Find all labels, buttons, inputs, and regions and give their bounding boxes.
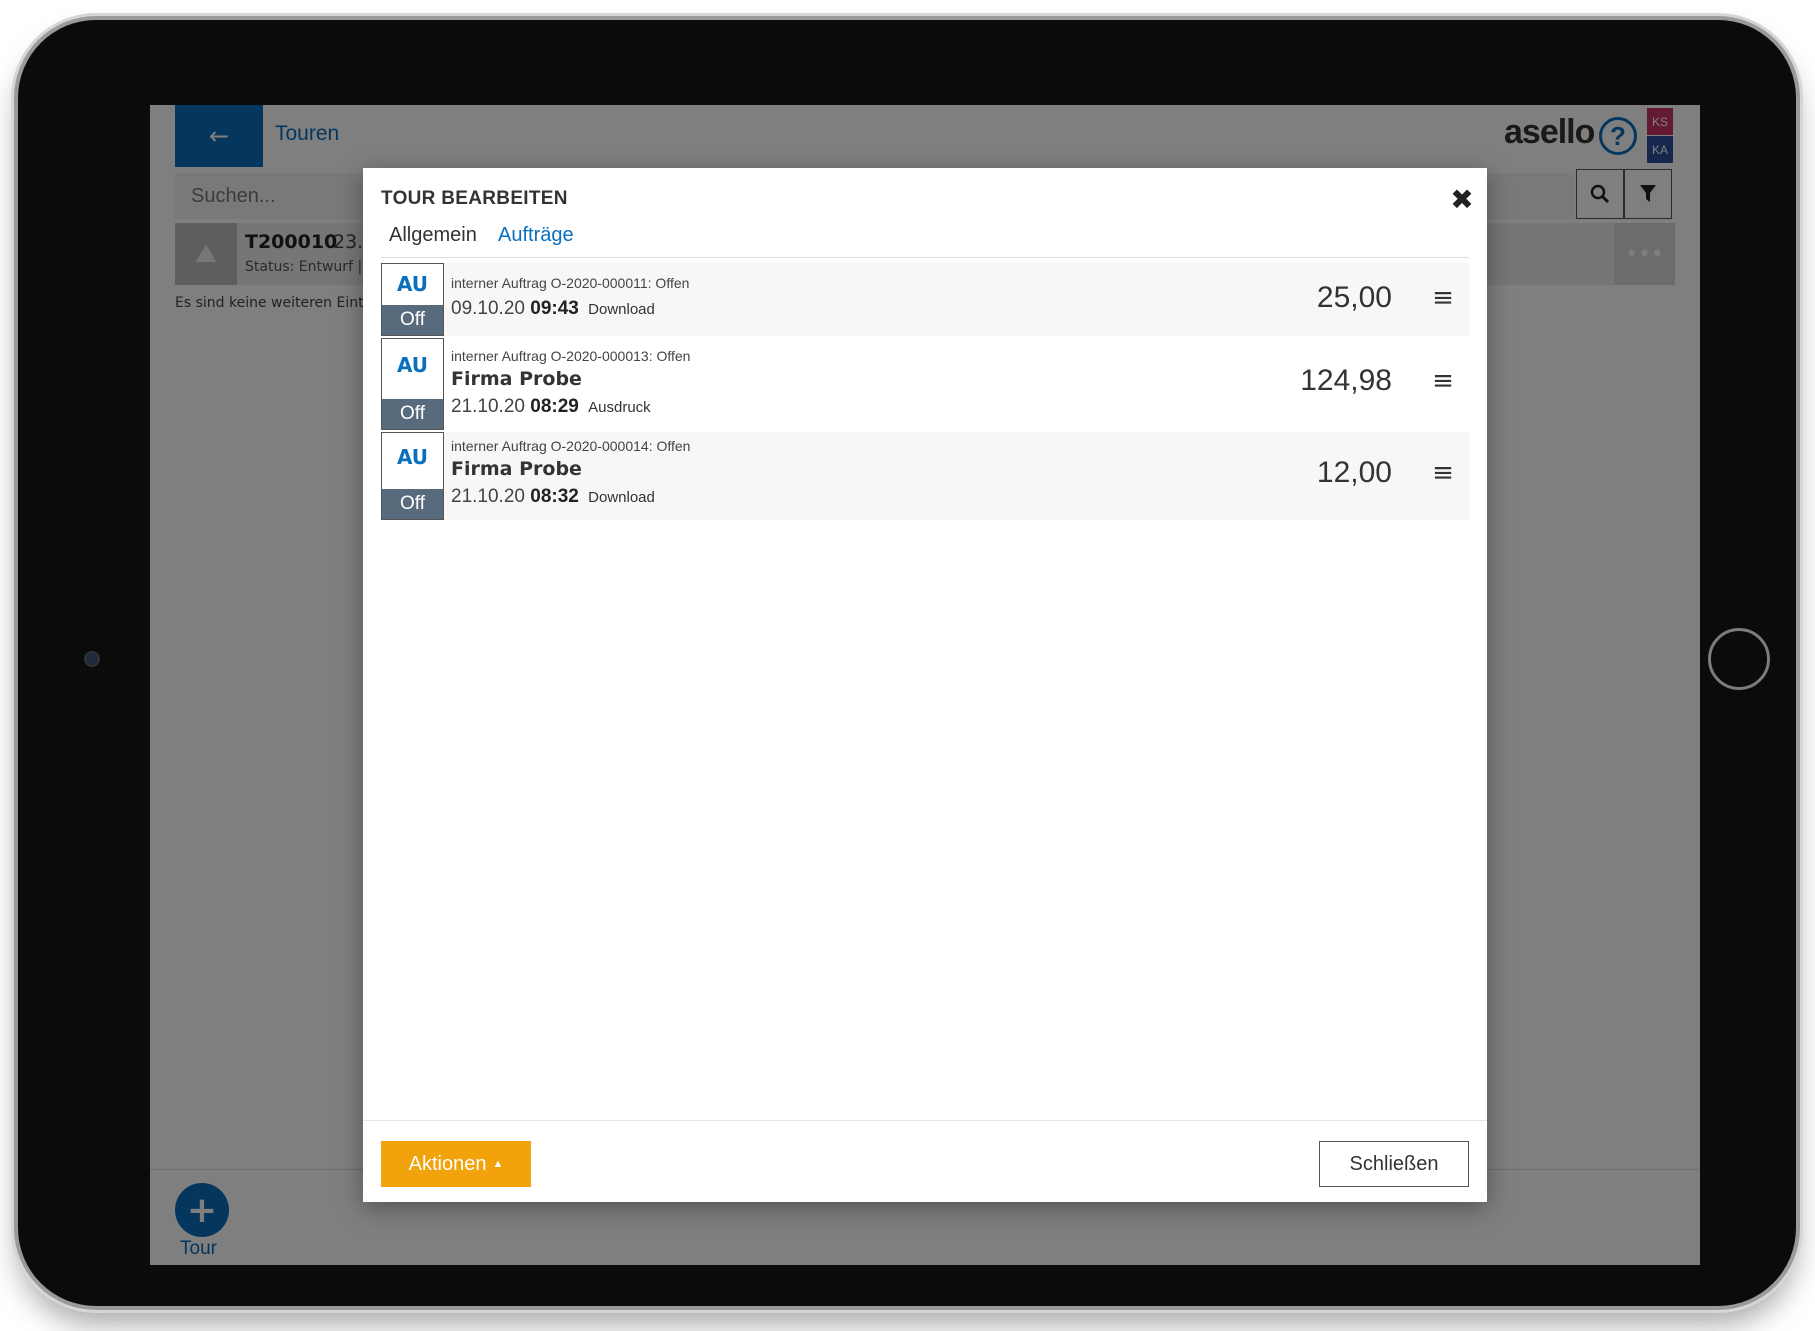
camera-icon bbox=[84, 651, 100, 667]
tab-allgemein[interactable]: Allgemein bbox=[389, 224, 477, 247]
order-amount: 124,98 bbox=[1300, 364, 1392, 397]
hamburger-menu-icon[interactable]: ≡ bbox=[1429, 283, 1457, 313]
order-date: 09.10.20 bbox=[451, 298, 525, 319]
app-screen: ← Touren asello ? KS KA ⛰ T200010 23.1 bbox=[150, 105, 1700, 1265]
order-status-badge: Off bbox=[382, 399, 443, 429]
order-row[interactable]: AU Off interner Auftrag O-2020-000013: O… bbox=[381, 338, 1469, 432]
order-status-badge: Off bbox=[382, 305, 443, 335]
order-badge: AU Off bbox=[381, 338, 444, 430]
order-delivery-type: Download bbox=[588, 301, 655, 318]
order-label: interner Auftrag O-2020-000013: Offen bbox=[451, 348, 691, 364]
order-customer: Firma Probe bbox=[451, 368, 582, 390]
close-button[interactable]: Schließen bbox=[1319, 1141, 1469, 1187]
order-datetime: 09.10.20 09:43 Download bbox=[451, 298, 655, 320]
order-delivery-type: Ausdruck bbox=[588, 399, 651, 416]
order-type-badge: AU bbox=[396, 272, 429, 296]
order-time: 08:32 bbox=[530, 486, 579, 507]
modal-tabs: Allgemein Aufträge bbox=[381, 224, 1469, 258]
order-delivery-type: Download bbox=[588, 489, 655, 506]
actions-dropdown-button[interactable]: Aktionen ▲ bbox=[381, 1141, 531, 1187]
order-time: 09:43 bbox=[530, 298, 579, 319]
actions-label: Aktionen bbox=[408, 1152, 487, 1175]
order-date: 21.10.20 bbox=[451, 396, 525, 417]
order-badge: AU Off bbox=[381, 432, 444, 520]
hamburger-menu-icon[interactable]: ≡ bbox=[1429, 458, 1457, 488]
order-type-badge: AU bbox=[396, 445, 429, 469]
close-icon[interactable]: ✖ bbox=[1447, 182, 1477, 216]
order-date: 21.10.20 bbox=[451, 486, 525, 507]
order-type-badge: AU bbox=[396, 353, 429, 377]
order-status-badge: Off bbox=[382, 489, 443, 519]
order-amount: 25,00 bbox=[1316, 281, 1392, 314]
order-badge: AU Off bbox=[381, 263, 444, 336]
order-row[interactable]: AU Off interner Auftrag O-2020-000014: O… bbox=[381, 432, 1469, 522]
orders-list: AU Off interner Auftrag O-2020-000011: O… bbox=[381, 263, 1469, 522]
tab-auftraege[interactable]: Aufträge bbox=[498, 224, 574, 247]
order-time: 08:29 bbox=[530, 396, 579, 417]
order-amount: 12,00 bbox=[1316, 456, 1392, 489]
edit-tour-modal: TOUR BEARBEITEN ✖ Allgemein Aufträge AU … bbox=[363, 168, 1487, 1202]
order-label: interner Auftrag O-2020-000014: Offen bbox=[451, 438, 691, 454]
modal-title: TOUR BEARBEITEN bbox=[381, 188, 568, 209]
caret-up-icon: ▲ bbox=[492, 1158, 504, 1170]
order-datetime: 21.10.20 08:29 Ausdruck bbox=[451, 396, 651, 418]
tablet-frame: ← Touren asello ? KS KA ⛰ T200010 23.1 bbox=[18, 20, 1796, 1306]
order-datetime: 21.10.20 08:32 Download bbox=[451, 486, 655, 508]
home-button[interactable] bbox=[1708, 628, 1770, 690]
order-label: interner Auftrag O-2020-000011: Offen bbox=[451, 275, 690, 291]
order-customer: Firma Probe bbox=[451, 458, 582, 480]
hamburger-menu-icon[interactable]: ≡ bbox=[1429, 366, 1457, 396]
order-row[interactable]: AU Off interner Auftrag O-2020-000011: O… bbox=[381, 263, 1469, 338]
modal-footer: Aktionen ▲ Schließen bbox=[363, 1120, 1487, 1202]
